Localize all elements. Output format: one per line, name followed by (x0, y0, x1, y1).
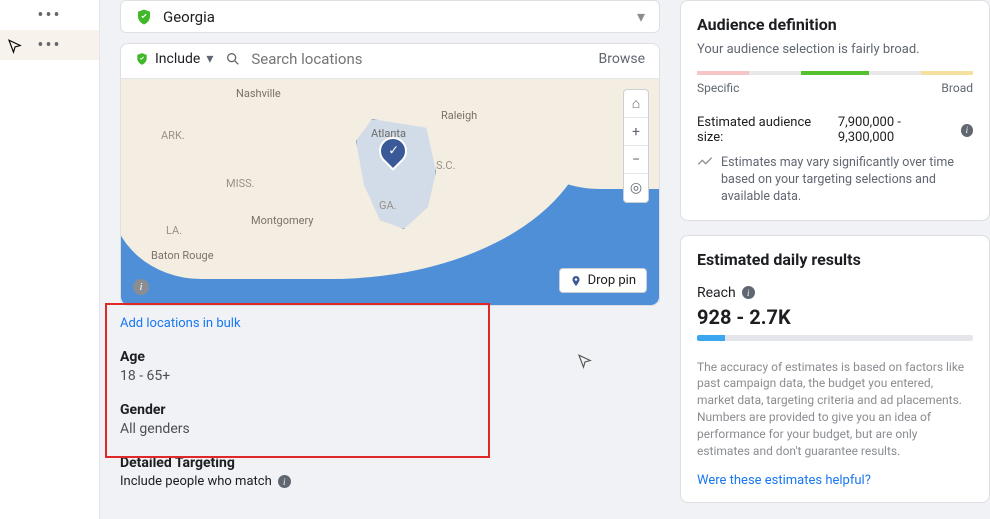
shield-check-icon (135, 52, 149, 66)
drop-pin-button[interactable]: Drop pin (559, 268, 647, 293)
zoom-reset-button[interactable]: ⌂ (624, 90, 648, 118)
left-nav: ••• ••• (0, 0, 100, 519)
location-search-input[interactable] (251, 50, 598, 68)
locate-button[interactable]: ◎ (624, 174, 648, 202)
info-icon[interactable]: i (742, 286, 755, 299)
cursor-icon (6, 38, 24, 56)
detailed-targeting-sub: Include people who match i (120, 474, 660, 489)
estimated-results-panel: Estimated daily results Reach i 928 - 2.… (680, 235, 990, 504)
results-title: Estimated daily results (697, 250, 973, 269)
results-disclaimer: The accuracy of estimates is based on fa… (697, 359, 973, 460)
audience-spectrum (697, 71, 973, 75)
shield-check-icon (135, 8, 153, 26)
chevron-down-icon: ▾ (637, 7, 645, 26)
audience-definition-panel: Audience definition Your audience select… (680, 0, 990, 221)
reach-bar (697, 335, 973, 341)
browse-button[interactable]: Browse (599, 51, 645, 67)
nav-more-1[interactable]: ••• (0, 0, 99, 30)
pin-icon (570, 275, 582, 287)
add-locations-bulk-link[interactable]: Add locations in bulk (120, 316, 241, 331)
caret-down-icon: ▾ (206, 51, 213, 67)
zoom-in-button[interactable]: + (624, 118, 648, 146)
estimates-helpful-link[interactable]: Were these estimates helpful? (697, 473, 871, 488)
selected-location: Georgia (163, 8, 215, 26)
info-icon[interactable]: i (961, 124, 973, 137)
trend-icon (697, 155, 713, 171)
audience-sub: Your audience selection is fairly broad. (697, 42, 973, 57)
zoom-out-button[interactable]: − (624, 146, 648, 174)
spectrum-broad-label: Broad (941, 81, 973, 95)
gender-value: All genders (120, 421, 660, 437)
location-pill[interactable]: Georgia ▾ (120, 0, 660, 33)
include-dropdown[interactable]: Include ▾ (135, 51, 213, 67)
info-icon[interactable]: i (278, 475, 291, 488)
reach-value: 928 - 2.7K (697, 305, 973, 329)
search-icon (225, 51, 241, 67)
reach-label: Reach i (697, 285, 973, 301)
audience-warning: Estimates may vary significantly over ti… (697, 155, 973, 206)
estimated-audience-size: Estimated audience size: 7,900,000 - 9,3… (697, 115, 973, 145)
detailed-targeting-heading: Detailed Targeting (120, 455, 660, 471)
spectrum-specific-label: Specific (697, 81, 739, 95)
audience-title: Audience definition (697, 15, 973, 34)
location-card: Include ▾ Browse Nashville Raleigh ARK. … (120, 43, 660, 306)
map[interactable]: Nashville Raleigh ARK. MISS. S.C. LA. Mo… (121, 79, 659, 305)
map-zoom-controls: ⌂ + − ◎ (623, 89, 649, 203)
gender-heading: Gender (120, 402, 660, 418)
map-info-icon[interactable]: i (133, 279, 149, 295)
cursor-icon (576, 353, 594, 371)
